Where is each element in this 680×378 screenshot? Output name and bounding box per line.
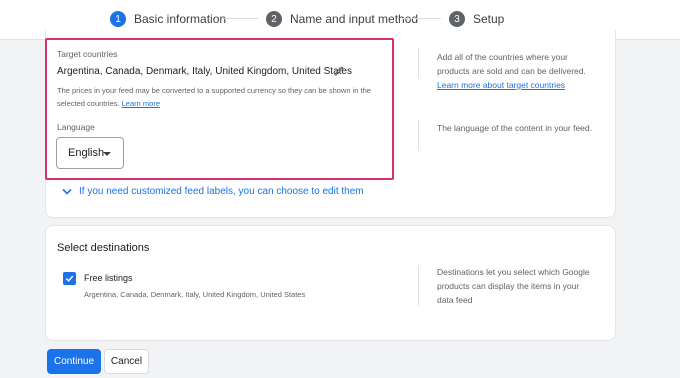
chevron-down-icon	[62, 188, 72, 195]
step-connector	[403, 18, 441, 19]
target-countries-value: Argentina, Canada, Denmark, Italy, Unite…	[57, 66, 352, 77]
step-label: Basic information	[134, 12, 227, 26]
learn-more-target-countries-link[interactable]: Learn more about target countries	[437, 80, 565, 90]
feed-labels-expander[interactable]: If you need customized feed labels, you …	[62, 186, 364, 197]
target-countries-label: Target countries	[57, 49, 118, 59]
edit-pencil-icon[interactable]	[333, 65, 345, 77]
free-listings-label: Free listings	[84, 273, 133, 283]
currency-helper-text: The prices in your feed may be converted…	[57, 84, 389, 110]
column-divider	[418, 120, 419, 150]
step-number: 3	[449, 11, 465, 27]
free-listings-checkbox[interactable]	[63, 272, 76, 285]
language-help-text: The language of the content in your feed…	[437, 123, 593, 133]
step-basic-information[interactable]: 1 Basic information	[110, 10, 226, 28]
destinations-title: Select destinations	[57, 242, 150, 254]
dropdown-caret-icon	[103, 152, 111, 156]
target-countries-help: Add all of the countries where your prod…	[437, 50, 597, 92]
step-number: 1	[110, 11, 126, 27]
column-divider	[418, 48, 419, 78]
checkmark-icon	[65, 275, 74, 282]
helper-text: The prices in your feed may be converted…	[57, 86, 371, 108]
language-label: Language	[57, 122, 95, 132]
column-divider	[418, 266, 419, 306]
free-listings-countries: Argentina, Canada, Denmark, Italy, Unite…	[84, 290, 306, 299]
feed-labels-text: If you need customized feed labels, you …	[79, 186, 364, 197]
step-connector	[222, 18, 258, 19]
step-number: 2	[266, 11, 282, 27]
step-label: Name and input method	[290, 12, 419, 26]
step-label: Setup	[473, 12, 505, 26]
destinations-help-text: Destinations let you select which Google…	[437, 267, 590, 305]
step-setup[interactable]: 3 Setup	[449, 10, 504, 28]
language-select[interactable]: English	[56, 137, 124, 169]
target-countries-help-text: Add all of the countries where your prod…	[437, 52, 586, 76]
learn-more-link[interactable]: Learn more	[122, 99, 160, 108]
step-name-and-input-method[interactable]: 2 Name and input method	[266, 10, 418, 28]
continue-button[interactable]: Continue	[47, 349, 101, 374]
cancel-button[interactable]: Cancel	[104, 349, 149, 374]
language-selected-value: English	[68, 147, 105, 159]
